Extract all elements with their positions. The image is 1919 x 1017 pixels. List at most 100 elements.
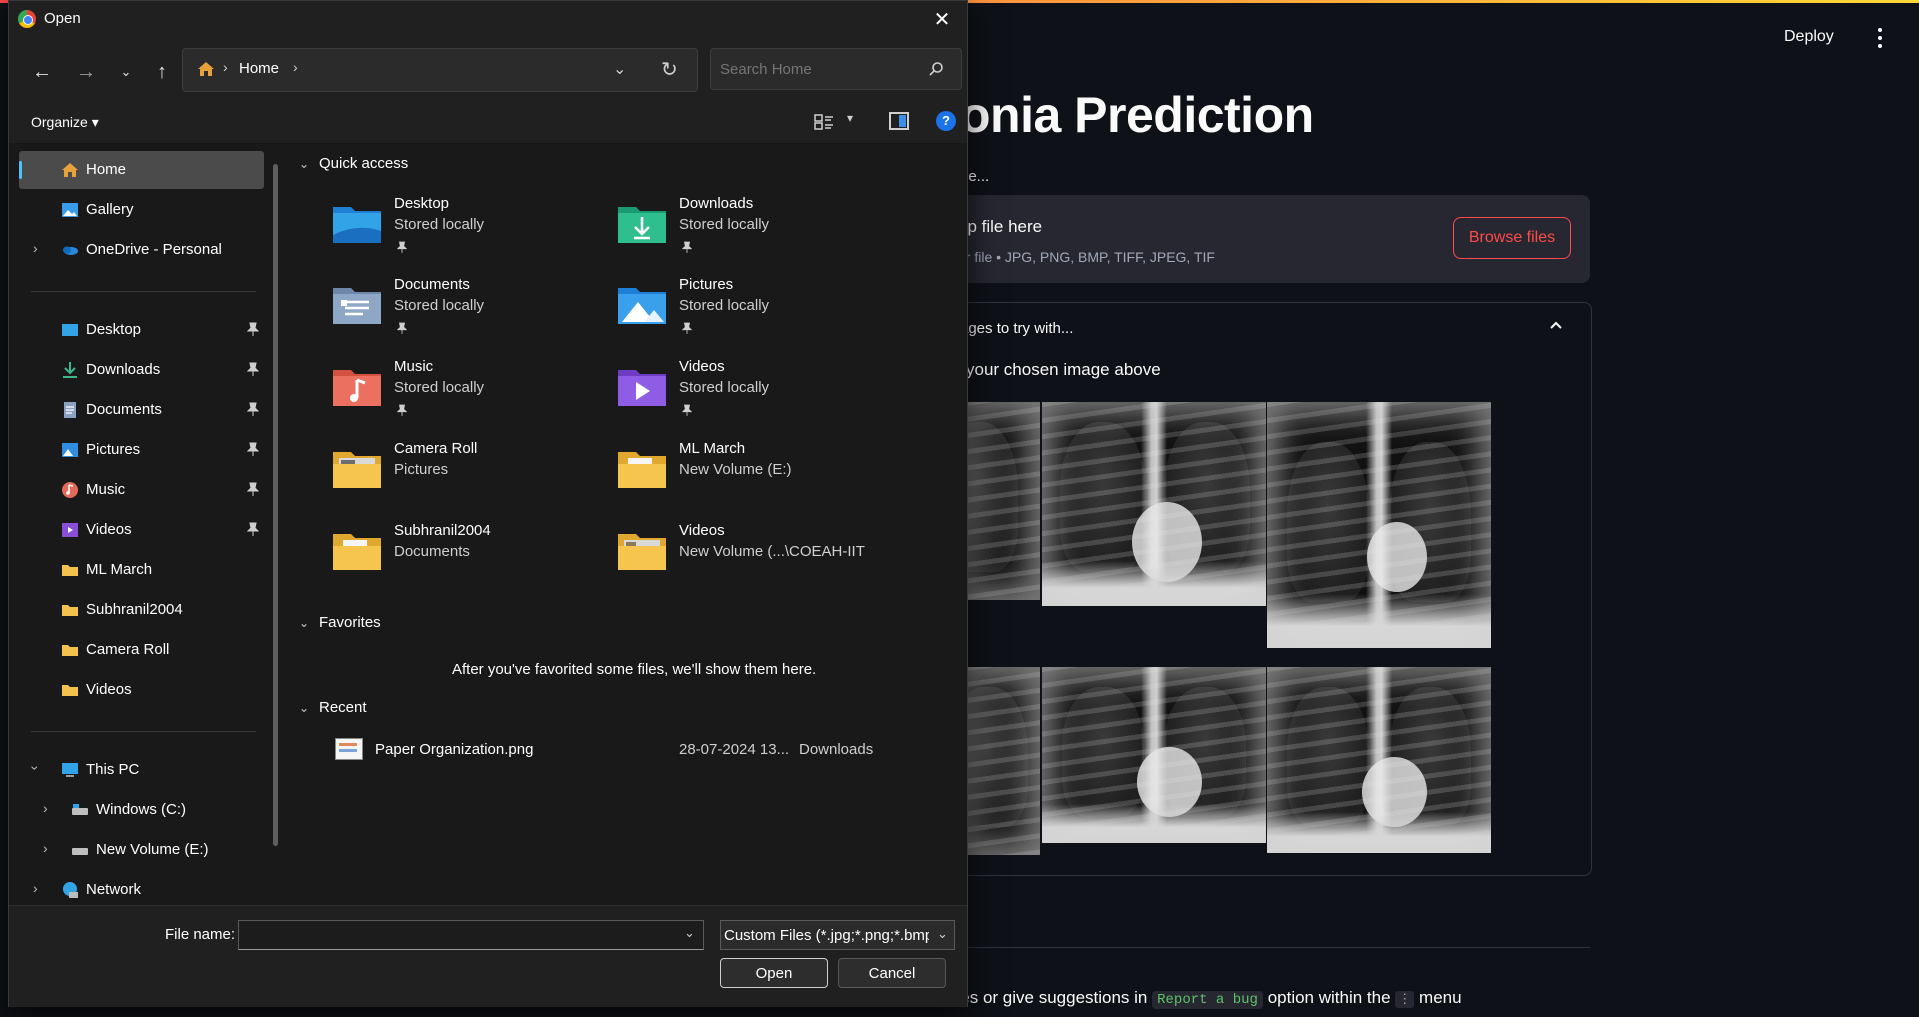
view-dropdown-icon[interactable]: ▾ xyxy=(847,111,853,125)
section-quick-access[interactable]: ⌄ Quick access xyxy=(299,155,408,172)
file-name-input[interactable] xyxy=(238,920,704,950)
nav-item-videos[interactable]: Videos xyxy=(19,511,264,549)
organize-menu-button[interactable]: Organize ▾ xyxy=(31,114,99,131)
browse-files-button[interactable]: Browse files xyxy=(1453,217,1571,259)
pin-icon[interactable] xyxy=(247,322,259,336)
dropzone-text: op file here xyxy=(958,217,1043,236)
expand-chevron-icon[interactable]: › xyxy=(33,240,38,256)
open-button[interactable]: Open xyxy=(720,958,828,988)
sample-xray-image[interactable] xyxy=(1042,667,1266,843)
sample-xray-image[interactable] xyxy=(1267,402,1491,648)
nav-item-this-pc[interactable]: › This PC xyxy=(19,751,264,789)
expander-header[interactable]: ages to try with... xyxy=(960,320,1073,337)
nav-item-label: Pictures xyxy=(86,441,141,458)
sample-xray-image[interactable] xyxy=(958,667,1040,855)
address-bar[interactable]: › Home › ⌄ ↻ xyxy=(182,48,698,92)
section-recent[interactable]: ⌄ Recent xyxy=(299,699,367,716)
tile-subtitle: Pictures xyxy=(394,461,449,478)
tile-pictures[interactable]: Pictures Stored locally xyxy=(616,276,896,354)
breadcrumb-separator-icon[interactable]: › xyxy=(293,59,298,75)
nav-item-subhranil2004[interactable]: Subhranil2004 xyxy=(19,591,264,629)
nav-item-desktop[interactable]: Desktop xyxy=(19,311,264,349)
nav-item-label: Windows (C:) xyxy=(96,801,187,818)
tile-videos-coeah[interactable]: Videos New Volume (...\COEAH-IIT xyxy=(616,522,896,600)
nav-item-videos-folder[interactable]: Videos xyxy=(19,671,264,709)
sample-xray-image[interactable] xyxy=(958,402,1040,600)
chevron-down-icon[interactable]: ⌄ xyxy=(684,925,695,941)
search-icon[interactable] xyxy=(928,61,944,77)
tile-music[interactable]: Music Stored locally xyxy=(331,358,611,436)
close-icon[interactable]: ✕ xyxy=(927,7,957,33)
pin-icon[interactable] xyxy=(247,522,259,536)
nav-item-label: New Volume (E:) xyxy=(96,841,209,858)
sample-xray-image[interactable] xyxy=(1042,402,1266,606)
tile-documents[interactable]: Documents Stored locally xyxy=(331,276,611,354)
nav-item-onedrive[interactable]: › OneDrive - Personal xyxy=(19,231,264,269)
nav-item-music[interactable]: Music xyxy=(19,471,264,509)
tile-name: Pictures xyxy=(679,276,734,293)
tile-subtitle: Documents xyxy=(394,543,470,560)
section-favorites[interactable]: ⌄ Favorites xyxy=(299,614,381,631)
nav-item-ml-march[interactable]: ML March xyxy=(19,551,264,589)
tile-camera-roll[interactable]: Camera Roll Pictures xyxy=(331,440,611,518)
preview-pane-icon[interactable] xyxy=(889,112,909,130)
search-input[interactable] xyxy=(710,48,962,90)
documents-icon xyxy=(64,402,76,418)
nav-item-camera-roll[interactable]: Camera Roll xyxy=(19,631,264,669)
nav-item-new-volume-e[interactable]: › New Volume (E:) xyxy=(19,831,264,869)
tile-downloads[interactable]: Downloads Stored locally xyxy=(616,195,896,273)
breadcrumb-home[interactable]: Home xyxy=(239,60,279,77)
cancel-button[interactable]: Cancel xyxy=(838,958,946,988)
nav-item-label: OneDrive - Personal xyxy=(86,241,222,258)
expand-chevron-icon[interactable]: › xyxy=(33,880,38,896)
pin-icon[interactable] xyxy=(247,362,259,376)
refresh-icon[interactable]: ↻ xyxy=(661,57,678,82)
nav-scrollbar[interactable] xyxy=(273,164,278,846)
deploy-button[interactable]: Deploy xyxy=(1784,28,1834,46)
help-icon[interactable]: ? xyxy=(936,111,956,131)
back-arrow-icon[interactable]: ← xyxy=(29,59,55,85)
tile-ml-march[interactable]: ML March New Volume (E:) xyxy=(616,440,896,518)
nav-item-label: Downloads xyxy=(86,361,161,378)
music-folder-icon xyxy=(333,370,381,406)
nav-item-pictures[interactable]: Pictures xyxy=(19,431,264,469)
nav-item-downloads[interactable]: Downloads xyxy=(19,351,264,389)
pin-icon[interactable] xyxy=(247,402,259,416)
recent-file-location: Downloads xyxy=(799,741,874,758)
tile-subhranil2004[interactable]: Subhranil2004 Documents xyxy=(331,522,611,600)
tile-videos[interactable]: Videos Stored locally xyxy=(616,358,896,436)
recent-file-row[interactable]: Paper Organization.png 28-07-2024 13... … xyxy=(331,734,931,764)
footer-text-before: cies or give suggestions in xyxy=(948,988,1148,1007)
tile-name: Desktop xyxy=(394,195,450,212)
nav-item-network[interactable]: › Network xyxy=(19,871,264,909)
nav-item-windows-c[interactable]: › Windows (C:) xyxy=(19,791,264,829)
address-dropdown-icon[interactable]: ⌄ xyxy=(613,59,626,79)
forward-arrow-icon[interactable]: → xyxy=(73,59,99,85)
view-options-icon[interactable] xyxy=(814,113,834,131)
collapse-chevron-icon[interactable]: › xyxy=(27,766,43,771)
nav-item-label: ML March xyxy=(86,561,153,578)
nav-item-documents[interactable]: Documents xyxy=(19,391,264,429)
dialog-titlebar[interactable]: Open ✕ xyxy=(9,1,967,39)
section-title: Favorites xyxy=(319,614,381,631)
nav-item-gallery[interactable]: Gallery xyxy=(19,191,264,229)
sample-xray-image[interactable] xyxy=(1267,667,1491,853)
file-type-select[interactable]: Custom Files (*.jpg;*.png;*.bmp; ⌄ xyxy=(720,920,955,950)
pin-icon[interactable] xyxy=(247,442,259,456)
recent-locations-chevron-icon[interactable]: ⌄ xyxy=(113,59,139,85)
nav-item-home[interactable]: Home xyxy=(19,151,264,189)
chevron-down-icon: ⌄ xyxy=(937,926,948,941)
image-file-icon xyxy=(335,738,363,760)
pin-icon xyxy=(397,404,407,416)
expand-chevron-icon[interactable]: › xyxy=(43,800,48,816)
pin-icon[interactable] xyxy=(247,482,259,496)
tile-name: Videos xyxy=(679,522,725,539)
nav-item-label: This PC xyxy=(86,761,140,778)
recent-file-name: Paper Organization.png xyxy=(375,741,534,758)
main-menu-icon[interactable] xyxy=(1870,28,1890,52)
expand-chevron-icon[interactable]: › xyxy=(43,840,48,856)
documents-folder-icon xyxy=(333,288,381,324)
tile-desktop[interactable]: Desktop Stored locally xyxy=(331,195,611,273)
chevron-up-icon[interactable] xyxy=(1550,320,1562,332)
up-arrow-icon[interactable]: ↑ xyxy=(149,59,175,85)
